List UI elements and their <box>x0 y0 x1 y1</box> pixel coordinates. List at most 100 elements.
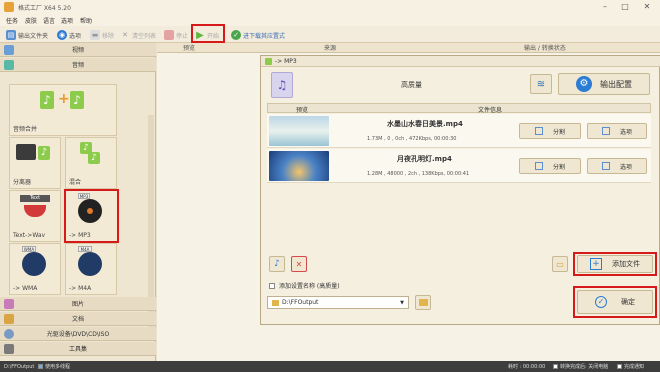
film-strip-icon <box>16 144 36 160</box>
task-list-header: 预览 来源 输出 / 转换状态 <box>157 43 660 53</box>
category-rom[interactable]: 光驱设备\DVD\CD\ISO <box>0 327 156 341</box>
disc-icon <box>22 252 46 276</box>
ok-button[interactable]: ✓ 确定 <box>577 290 653 314</box>
after-done-label: 进下载其应置式 <box>243 32 286 40</box>
remove-button[interactable]: ▬ 移除 <box>90 29 114 41</box>
remove-icon: ▬ <box>90 30 100 40</box>
app-logo-icon <box>4 2 14 12</box>
audio-settings-button[interactable]: ♪ <box>269 256 285 272</box>
add-setting-name-option[interactable]: 添加设置名称 (高质量) <box>269 281 340 290</box>
music-note-icon: ♪ <box>38 146 50 160</box>
folder-icon <box>272 299 279 306</box>
menu-language[interactable]: 语言 <box>43 16 55 25</box>
split-button[interactable]: 分割 <box>519 158 581 174</box>
tile-mix[interactable]: ♪ ♪ 混合 <box>65 137 117 189</box>
file-options-button[interactable]: 选项 <box>587 123 647 139</box>
folder-icon: ▭ <box>556 259 564 269</box>
notify-option[interactable]: 完成通知 <box>617 363 644 370</box>
file-row[interactable]: 月夜孔明灯.mp4 1.28M , 48000 , 2ch , 138Kbps,… <box>267 149 651 183</box>
output-config-label: 输出配置 <box>600 79 632 89</box>
file-options-label: 选项 <box>619 163 632 171</box>
shutdown-option[interactable]: 转换完成后: 关闭电脑 <box>553 363 608 370</box>
file-meta: 1.73M , 0 , 0ch , 472Kbps, 00:00:30 <box>367 136 457 142</box>
tile-to-wma[interactable]: WMA -> WMA <box>9 243 61 295</box>
start-button[interactable]: ▶ 开始 <box>195 29 219 41</box>
stop-button[interactable]: 停止 <box>164 29 188 41</box>
notify-label: 完成通知 <box>624 364 645 370</box>
tile-splitter[interactable]: ♪ 分离器 <box>9 137 61 189</box>
category-video[interactable]: 视频 <box>0 43 156 57</box>
add-file-label: 添加文件 <box>612 260 640 268</box>
split-button[interactable]: 分割 <box>519 123 581 139</box>
notify-checkbox[interactable] <box>617 364 622 369</box>
chevron-down-icon: ▼ <box>400 299 404 306</box>
add-setting-checkbox[interactable] <box>269 282 275 289</box>
maximize-icon[interactable]: □ <box>620 2 630 12</box>
mouth-icon <box>24 205 46 217</box>
start-label: 开始 <box>207 32 220 40</box>
play-icon: ▶ <box>196 29 204 41</box>
tile-text-to-wav[interactable]: Text Text->Wav <box>9 190 61 242</box>
document-icon <box>4 314 14 324</box>
shutdown-label: 转换完成后: 关闭电脑 <box>560 364 609 370</box>
file-row[interactable]: 水墨山水春日美景.mp4 1.73M , 0 , 0ch , 472Kbps, … <box>267 114 651 148</box>
disc-center <box>87 208 93 214</box>
split-icon <box>534 162 543 170</box>
multithread-option[interactable]: 使用多线程 <box>38 363 70 370</box>
stop-label: 停止 <box>176 32 189 40</box>
multithread-checkbox[interactable] <box>38 364 43 369</box>
category-rom-label: 光驱设备\DVD\CD\ISO <box>46 331 110 338</box>
music-note-icon: ♪ <box>40 91 54 109</box>
options-icon: ◉ <box>57 30 67 40</box>
layers-button[interactable]: ≋ <box>530 74 552 94</box>
category-audio[interactable]: 音频 <box>0 58 156 72</box>
menu-skin[interactable]: 皮肤 <box>25 16 37 25</box>
header-preview: 预览 <box>296 107 309 114</box>
dialog-title: -> MP3 <box>275 58 297 65</box>
clear-icon: ✕ <box>122 31 128 39</box>
options-button[interactable]: ◉ 选项 <box>57 29 81 41</box>
file-options-label: 选项 <box>619 128 632 136</box>
category-picture[interactable]: 图片 <box>0 297 156 311</box>
tile-to-m4a[interactable]: M4A -> M4A <box>65 243 117 295</box>
clear-list-button[interactable]: ✕ 清空列表 <box>120 29 156 41</box>
app-title: 格式工厂 X64 5.20 <box>18 5 71 12</box>
tile-audio-merge-label: 音频合并 <box>13 126 38 133</box>
column-output-status: 输出 / 转换状态 <box>524 45 566 52</box>
remove-file-button[interactable]: ✕ <box>291 256 307 272</box>
category-document[interactable]: 文档 <box>0 312 156 326</box>
menu-task[interactable]: 任务 <box>6 16 18 25</box>
add-file-button[interactable]: + 添加文件 <box>577 255 653 273</box>
browse-folder-button[interactable] <box>415 295 431 310</box>
tile-to-mp3[interactable]: MP3 -> MP3 <box>64 189 119 243</box>
after-done-button[interactable]: ✓ 进下载其应置式 <box>231 29 285 41</box>
open-folder-button[interactable]: ▭ <box>552 256 568 272</box>
menu-options[interactable]: 选项 <box>61 16 73 25</box>
menu-help[interactable]: 帮助 <box>80 16 92 25</box>
minimize-icon[interactable]: – <box>600 2 610 12</box>
file-name: 水墨山水春日美景.mp4 <box>387 120 463 128</box>
tile-to-wma-label: -> WMA <box>13 285 38 292</box>
text-badge: Text <box>20 195 50 202</box>
gear-icon: ⚙ <box>576 76 592 92</box>
output-folder-button[interactable]: ▤ 输出文件夹 <box>6 29 48 41</box>
tile-audio-merge[interactable]: ♪ + ♪ 音频合并 <box>9 84 117 136</box>
options-file-icon <box>601 162 610 170</box>
mp3-settings-dialog: -> MP3 ♫ 高质量 ≋ ⚙ 输出配置 预览 文件信息 水墨山水春日美景.m… <box>260 55 660 325</box>
video-thumbnail <box>269 116 329 146</box>
file-options-button[interactable]: 选项 <box>587 158 647 174</box>
category-tools[interactable]: 工具集 <box>0 342 156 356</box>
category-picture-label: 图片 <box>71 301 84 308</box>
output-config-button[interactable]: ⚙ 输出配置 <box>558 73 650 95</box>
column-preview: 预览 <box>183 45 196 52</box>
output-path-value: D:\FFOutput <box>282 299 319 306</box>
split-label: 分割 <box>552 128 565 136</box>
menu-bar: 任务 皮肤 语言 选项 帮助 <box>0 14 660 26</box>
close-icon[interactable]: ✕ <box>642 2 652 12</box>
shutdown-checkbox[interactable] <box>553 364 558 369</box>
folder-icon: ▤ <box>6 30 16 40</box>
output-path-select[interactable]: D:\FFOutput ▼ <box>267 296 409 309</box>
dialog-music-icon <box>265 58 272 65</box>
dialog-title-bar: -> MP3 <box>261 56 660 67</box>
disc-icon <box>78 252 102 276</box>
